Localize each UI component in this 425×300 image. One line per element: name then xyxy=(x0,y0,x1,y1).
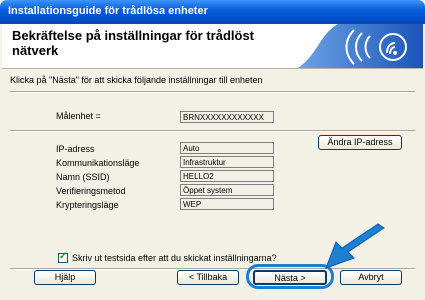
ssid-field: HELLO2 xyxy=(180,170,274,182)
wireless-signal-icon xyxy=(298,24,423,68)
auth-method-field: Öppet system xyxy=(180,184,274,196)
communication-mode-label: Kommunikationsläge xyxy=(56,158,140,168)
ip-address-field: Auto xyxy=(180,142,274,154)
divider xyxy=(10,130,415,132)
cancel-button[interactable]: Avbryt xyxy=(340,270,402,285)
instruction-text: Klicka på "Nästa" för att skicka följand… xyxy=(10,75,263,85)
auth-method-label: Verifieringsmetod xyxy=(56,186,126,196)
page-title: Bekräftelse på inställningar för trådlös… xyxy=(12,28,255,58)
target-device-field: BRNXXXXXXXXXXXX xyxy=(180,111,274,123)
arrow-icon xyxy=(325,223,385,269)
divider xyxy=(10,91,415,93)
change-ip-button[interactable]: Ändra IP-adress xyxy=(318,135,402,150)
window-title: Installationsguide för trådlösa enheter xyxy=(8,5,208,17)
print-test-page-label[interactable]: Skriv ut testsida efter att du skickat i… xyxy=(72,253,277,263)
wizard-window: Installationsguide för trådlösa enheter … xyxy=(0,0,425,300)
target-device-label: Målenhet = xyxy=(56,111,101,121)
help-button[interactable]: Hjälp xyxy=(34,270,96,285)
checkmark-icon: ✓ xyxy=(59,251,68,262)
header-banner: Bekräftelse på inställningar för trådlös… xyxy=(2,24,423,69)
back-button[interactable]: < Tillbaka xyxy=(177,270,239,285)
encryption-mode-label: Krypteringsläge xyxy=(56,200,119,210)
ip-address-label: IP-adress xyxy=(56,144,95,154)
title-bar[interactable]: Installationsguide för trådlösa enheter xyxy=(0,0,425,24)
encryption-mode-field: WEP xyxy=(180,198,274,210)
communication-mode-field: Infrastruktur xyxy=(180,156,274,168)
print-test-page-checkbox[interactable]: ✓ xyxy=(58,251,68,263)
ssid-label: Namn (SSID) xyxy=(56,172,110,182)
